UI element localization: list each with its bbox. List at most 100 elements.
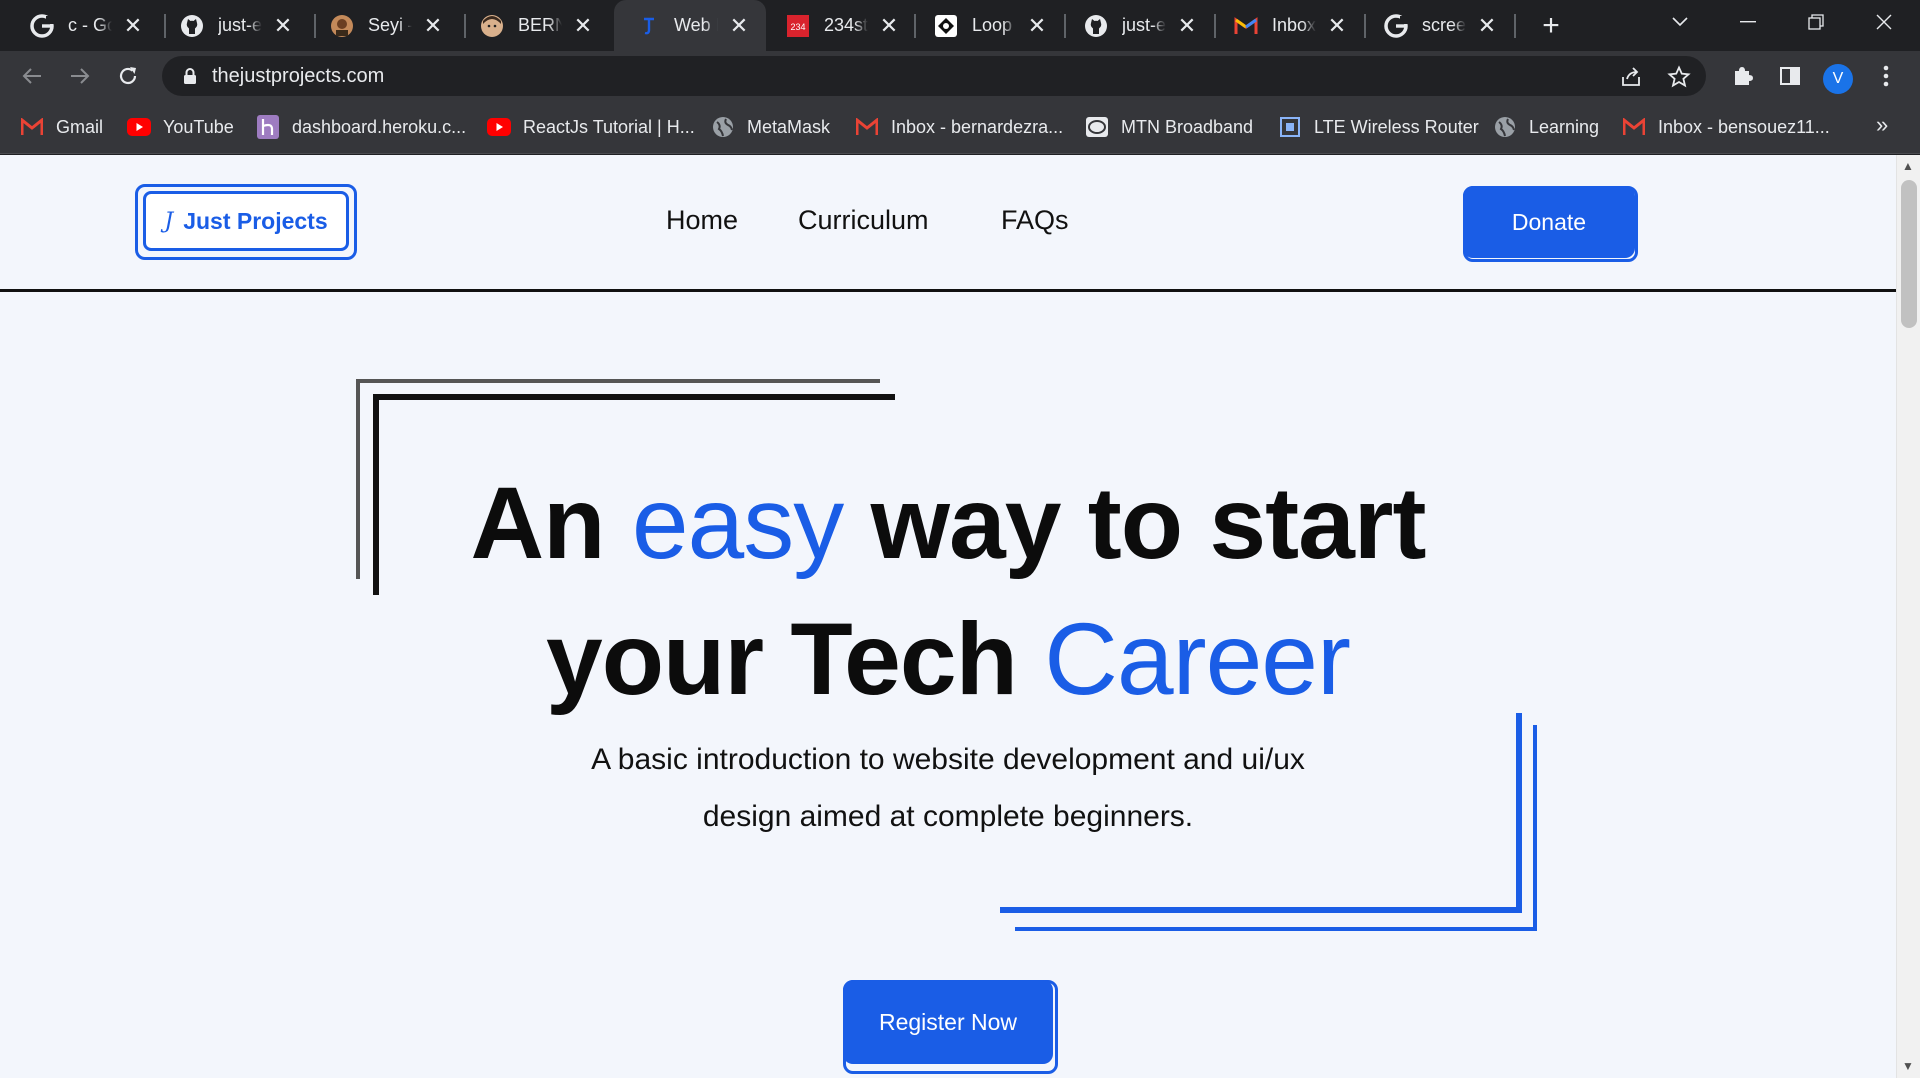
bookmark-learning[interactable]: Learning xyxy=(1493,113,1599,141)
close-window-icon[interactable] xyxy=(1854,0,1914,44)
bookmark-inbox-bernardezra[interactable]: Inbox - bernardezra... xyxy=(855,113,1063,141)
bookmark-youtube[interactable]: YouTube xyxy=(127,113,234,141)
address-bar[interactable]: thejustprojects.com xyxy=(162,56,1706,96)
bookmark-label: Gmail xyxy=(56,116,104,137)
github-icon xyxy=(180,14,204,38)
lock-icon[interactable] xyxy=(180,66,200,86)
forward-arrow-icon[interactable] xyxy=(60,56,100,96)
decorative-line xyxy=(1000,907,1522,913)
close-tab-icon[interactable]: ✕ xyxy=(1176,13,1198,38)
bookmark-metamask[interactable]: MetaMask xyxy=(711,113,830,141)
profile-avatar[interactable]: V xyxy=(1823,64,1853,94)
bookmark-mtn-broadband[interactable]: MTN Broadband xyxy=(1085,113,1253,141)
register-now-button[interactable]: Register Now xyxy=(843,980,1058,1074)
new-tab-plus-icon[interactable]: + xyxy=(1533,8,1569,44)
browser-tab[interactable]: screen ✕ xyxy=(1354,0,1504,51)
close-tab-icon[interactable]: ✕ xyxy=(122,13,144,38)
nav-link-faqs[interactable]: FAQs xyxy=(1001,205,1069,236)
site-header: J Just Projects Home Curriculum FAQs Don… xyxy=(0,155,1896,292)
decorative-line xyxy=(356,379,880,383)
back-arrow-icon[interactable] xyxy=(12,56,52,96)
close-tab-icon[interactable]: ✕ xyxy=(572,13,594,38)
browser-tab-active[interactable]: Web D ✕ xyxy=(614,0,766,51)
bookmark-reactjs-tutorial[interactable]: ReactJs Tutorial | H... xyxy=(487,113,695,141)
hero-title-text: An xyxy=(470,466,632,580)
bookmark-label: ReactJs Tutorial | H... xyxy=(523,116,695,137)
logo-button[interactable]: J Just Projects xyxy=(135,184,357,260)
url-text[interactable]: thejustprojects.com xyxy=(212,65,384,88)
browser-tab[interactable]: Seyi — ✕ xyxy=(300,0,450,51)
bookmark-label: MetaMask xyxy=(747,116,831,137)
close-tab-icon[interactable]: ✕ xyxy=(1026,13,1048,38)
tab-title: Web D xyxy=(674,15,718,35)
close-tab-icon[interactable]: ✕ xyxy=(728,13,750,38)
browser-tab[interactable]: c - Google ✕ xyxy=(0,0,160,51)
nav-link-home[interactable]: Home xyxy=(666,205,738,236)
decorative-line xyxy=(1015,927,1537,931)
just-projects-icon xyxy=(636,14,660,38)
restore-icon[interactable] xyxy=(1786,0,1846,44)
hero-title-text: your Tech xyxy=(546,602,1045,716)
decorative-line xyxy=(1516,713,1522,913)
decorative-line xyxy=(373,394,895,400)
scroll-up-arrow-icon[interactable]: ▲ xyxy=(1902,159,1914,173)
bookmark-inbox-bensouez[interactable]: Inbox - bensouez11... xyxy=(1622,113,1830,141)
side-panel-icon[interactable] xyxy=(1770,56,1810,96)
hero-title-highlight: Career xyxy=(1044,602,1351,716)
bookmark-lte-router[interactable]: LTE Wireless Router xyxy=(1278,113,1479,141)
close-tab-icon[interactable]: ✕ xyxy=(422,13,444,38)
bookmarks-bar: Gmail YouTube dashboard.heroku.c... Reac… xyxy=(0,100,1920,154)
logo-label: Just Projects xyxy=(183,207,328,234)
hero-title-highlight: easy xyxy=(631,466,844,580)
minimize-icon[interactable] xyxy=(1718,0,1778,44)
browser-tab[interactable]: just-ez ✕ xyxy=(1054,0,1204,51)
browser-tab[interactable]: Loop S ✕ xyxy=(904,0,1054,51)
donate-button[interactable]: Donate xyxy=(1463,186,1638,262)
router-icon xyxy=(1278,115,1302,139)
browser-tab[interactable]: Inbox ( ✕ xyxy=(1204,0,1354,51)
tab-title: Loop S xyxy=(972,15,1016,35)
scrollbar-thumb[interactable] xyxy=(1901,180,1917,328)
mtn-icon xyxy=(1085,115,1109,139)
bookmark-star-icon[interactable] xyxy=(1666,64,1692,90)
hero-title-text: way to start xyxy=(843,466,1427,580)
gmail-icon xyxy=(855,115,879,139)
close-tab-icon[interactable]: ✕ xyxy=(878,13,900,38)
loop-icon xyxy=(934,14,958,38)
nav-link-curriculum[interactable]: Curriculum xyxy=(798,205,929,236)
hero-title-line-1: An easy way to start xyxy=(0,465,1896,582)
tab-title: Seyi — xyxy=(368,15,412,35)
reload-icon[interactable] xyxy=(108,56,148,96)
close-tab-icon[interactable]: ✕ xyxy=(1326,13,1348,38)
234store-icon: 234 xyxy=(786,14,810,38)
bookmark-heroku[interactable]: dashboard.heroku.c... xyxy=(256,113,466,141)
google-icon xyxy=(30,13,54,38)
decorative-line xyxy=(1533,725,1537,931)
browser-tab[interactable]: just-ez ✕ xyxy=(150,0,300,51)
share-icon[interactable] xyxy=(1618,64,1644,90)
kebab-menu-icon[interactable] xyxy=(1866,56,1906,96)
scroll-down-arrow-icon[interactable]: ▼ xyxy=(1902,1059,1914,1073)
gmail-icon xyxy=(20,115,44,139)
youtube-icon xyxy=(127,115,151,139)
bookmarks-overflow-chevron-icon[interactable]: » xyxy=(1876,112,1888,138)
gmail-icon xyxy=(1622,115,1646,139)
hero-subtitle-line-1: A basic introduction to website developm… xyxy=(591,743,1305,776)
close-tab-icon[interactable]: ✕ xyxy=(272,13,294,38)
bookmark-label: dashboard.heroku.c... xyxy=(292,116,467,137)
tab-search-chevron-icon[interactable] xyxy=(1650,0,1710,44)
bookmark-label: YouTube xyxy=(163,116,234,137)
heroku-icon xyxy=(256,115,280,139)
extensions-puzzle-icon[interactable] xyxy=(1723,56,1763,96)
tab-title: screen xyxy=(1422,15,1466,35)
browser-tab[interactable]: 234 234sto ✕ xyxy=(756,0,906,51)
browser-tab[interactable]: BERNA ✕ xyxy=(450,0,600,51)
page-scrollbar[interactable]: ▲ ▼ xyxy=(1896,155,1920,1078)
tab-title: 234sto xyxy=(824,15,868,35)
close-tab-icon[interactable]: ✕ xyxy=(1476,13,1498,38)
bookmark-label: MTN Broadband xyxy=(1121,116,1254,137)
tab-title: BERNA xyxy=(518,15,562,35)
donate-label: Donate xyxy=(1463,186,1635,258)
page-viewport: J Just Projects Home Curriculum FAQs Don… xyxy=(0,155,1920,1078)
bookmark-gmail[interactable]: Gmail xyxy=(20,113,103,141)
